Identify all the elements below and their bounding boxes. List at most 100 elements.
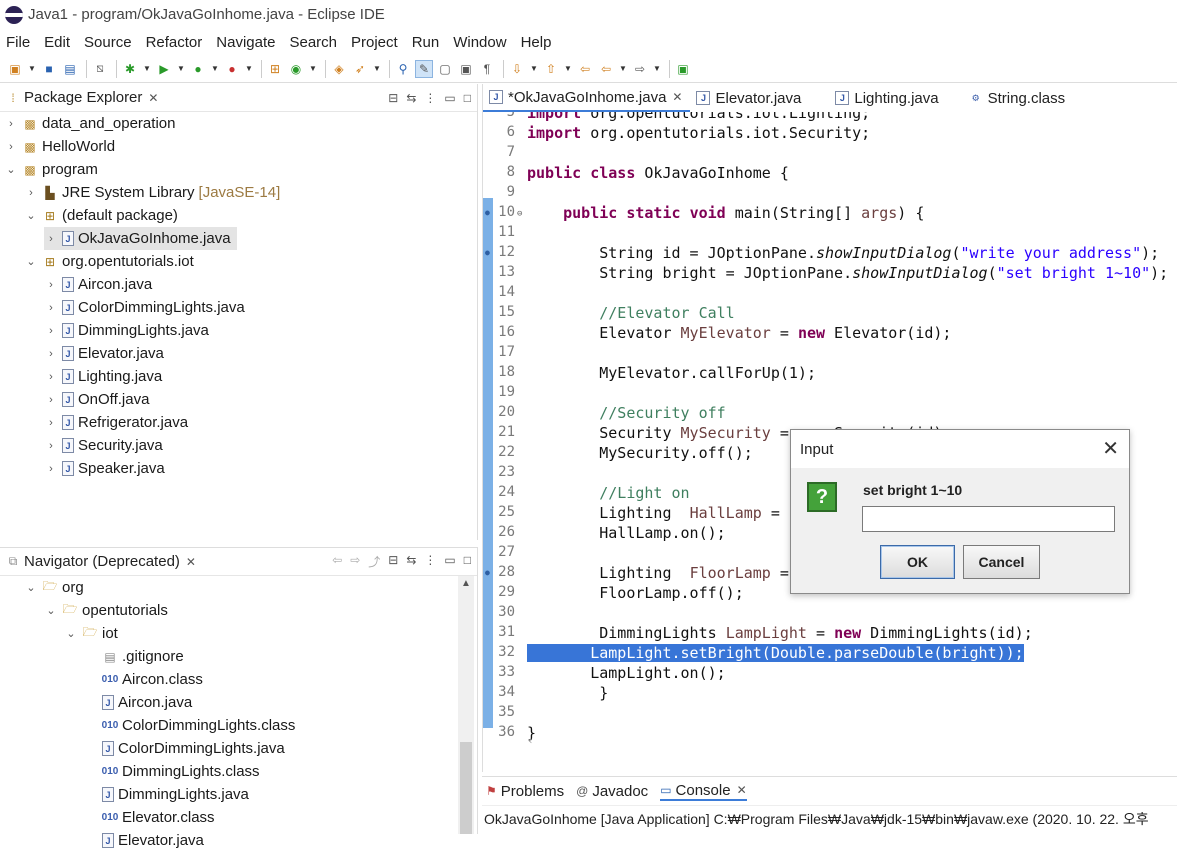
- collapse-all-icon[interactable]: ⊟: [388, 91, 398, 105]
- menu-run[interactable]: Run: [412, 34, 440, 51]
- code-line[interactable]: 5 import org.opentutorials.iot.Lighting;: [483, 112, 1177, 124]
- next-annotation-dropdown-icon[interactable]: ▼: [529, 60, 539, 78]
- tree-item-speaker[interactable]: › J Speaker.java: [44, 457, 165, 480]
- new-class-dropdown-icon[interactable]: ▼: [308, 60, 318, 78]
- new-java-class-icon[interactable]: ◉: [287, 60, 305, 78]
- menu-refactor[interactable]: Refactor: [146, 34, 203, 51]
- nav-item-colordimminglights-class[interactable]: 010 ColorDimmingLights.class: [98, 714, 296, 737]
- code-line[interactable]: 19: [483, 384, 1177, 404]
- ok-button[interactable]: OK: [880, 545, 955, 579]
- toggle-block-selection-icon[interactable]: ▢: [436, 60, 454, 78]
- chevron-right-icon[interactable]: ›: [44, 279, 58, 291]
- chevron-right-icon[interactable]: ›: [44, 463, 58, 475]
- show-whitespace-icon[interactable]: ¶: [478, 60, 496, 78]
- view-menu-icon[interactable]: ⋮: [424, 553, 436, 570]
- debug-icon[interactable]: ✱: [121, 60, 139, 78]
- external-tools-dropdown-icon[interactable]: ▼: [244, 60, 254, 78]
- back-icon[interactable]: ⇦: [332, 553, 342, 570]
- nav-item-dimminglights-class[interactable]: 010 DimmingLights.class: [98, 760, 260, 783]
- navigator-title[interactable]: Navigator (Deprecated): [24, 553, 180, 570]
- horizontal-scroll-left-icon[interactable]: ‹: [527, 734, 1177, 748]
- tree-item-jre-system-library[interactable]: › ▙ JRE System Library [JavaSE-14]: [24, 181, 280, 204]
- tree-item-onoff[interactable]: › J OnOff.java: [44, 388, 149, 411]
- nav-item-org[interactable]: ⌄ 🗁 org: [24, 576, 83, 599]
- menu-navigate[interactable]: Navigate: [216, 34, 275, 51]
- open-perspective-icon[interactable]: ▣: [674, 60, 692, 78]
- menu-source[interactable]: Source: [84, 34, 132, 51]
- tree-item-dimminglights[interactable]: › J DimmingLights.java: [44, 319, 209, 342]
- dialog-input-field[interactable]: [862, 506, 1115, 532]
- chevron-right-icon[interactable]: ›: [44, 348, 58, 360]
- chevron-down-icon[interactable]: ⌄: [24, 255, 38, 268]
- menu-edit[interactable]: Edit: [44, 34, 70, 51]
- code-line[interactable]: 7: [483, 144, 1177, 164]
- code-line[interactable]: 6 import org.opentutorials.iot.Security;: [483, 124, 1177, 144]
- back-dropdown-icon[interactable]: ▼: [618, 60, 628, 78]
- nav-item-colordimminglights-java[interactable]: J ColorDimmingLights.java: [98, 737, 285, 760]
- external-tools-icon[interactable]: ●: [223, 60, 241, 78]
- chevron-down-icon[interactable]: ⌄: [64, 627, 78, 640]
- fold-collapse-icon[interactable]: ⊖: [517, 209, 522, 219]
- tree-item-okjavagoinhome[interactable]: › J OkJavaGoInhome.java: [44, 227, 237, 250]
- tab-okjavagoinhome[interactable]: J *OkJavaGoInhome.java ✕: [483, 84, 691, 112]
- code-line[interactable]: 31 DimmingLights LampLight = new Dimming…: [483, 624, 1177, 644]
- save-icon[interactable]: ■: [40, 60, 58, 78]
- code-line[interactable]: 10 ● ⊖ public static void main(String[] ar…: [483, 204, 1177, 224]
- chevron-down-icon[interactable]: ⌄: [24, 581, 38, 594]
- code-line[interactable]: 18 MyElevator.callForUp(1);: [483, 364, 1177, 384]
- tree-item-elevator[interactable]: › J Elevator.java: [44, 342, 164, 365]
- nav-item-opentutorials[interactable]: ⌄ 🗁 opentutorials: [44, 599, 168, 622]
- back-icon[interactable]: ⇦: [597, 60, 615, 78]
- skip-breakpoints-icon[interactable]: ⧅: [91, 60, 109, 78]
- previous-annotation-dropdown-icon[interactable]: ▼: [563, 60, 573, 78]
- tab-console[interactable]: ▭ Console ✕: [660, 782, 747, 801]
- coverage-icon[interactable]: ●: [189, 60, 207, 78]
- forward-icon[interactable]: ⇨: [631, 60, 649, 78]
- menu-search[interactable]: Search: [289, 34, 337, 51]
- word-wrap-icon[interactable]: ▣: [457, 60, 475, 78]
- new-icon[interactable]: ▣: [6, 60, 24, 78]
- tree-item-helloworld[interactable]: › ▩ HelloWorld: [4, 135, 115, 158]
- tree-item-colordimminglights[interactable]: › J ColorDimmingLights.java: [44, 296, 245, 319]
- minimize-icon[interactable]: ▭: [444, 553, 455, 570]
- open-task-icon[interactable]: ➶: [351, 60, 369, 78]
- code-line[interactable]: 12 ● String id = JOptionPane.showInputDia…: [483, 244, 1177, 264]
- chevron-right-icon[interactable]: ›: [44, 440, 58, 452]
- collapse-all-icon[interactable]: ⊟: [388, 553, 398, 570]
- code-line[interactable]: 20 //Security off: [483, 404, 1177, 424]
- close-icon[interactable]: ✕: [737, 783, 747, 797]
- chevron-right-icon[interactable]: ›: [44, 371, 58, 383]
- close-icon[interactable]: ✕: [148, 91, 158, 105]
- debug-dropdown-icon[interactable]: ▼: [142, 60, 152, 78]
- chevron-right-icon[interactable]: ›: [44, 302, 58, 314]
- nav-item-elevator-java[interactable]: J Elevator.java: [98, 829, 204, 852]
- nav-item-aircon-java[interactable]: J Aircon.java: [98, 691, 192, 714]
- code-line[interactable]: 17: [483, 344, 1177, 364]
- tree-item-security[interactable]: › J Security.java: [44, 434, 163, 457]
- chevron-right-icon[interactable]: ›: [4, 118, 18, 130]
- scroll-up-icon[interactable]: ▲: [461, 578, 471, 589]
- new-dropdown-icon[interactable]: ▼: [27, 60, 37, 78]
- code-line[interactable]: 32 LampLight.setBright(Double.parseDoubl…: [483, 644, 1177, 664]
- code-line[interactable]: 13 String bright = JOptionPane.showInput…: [483, 264, 1177, 284]
- override-marker-icon[interactable]: ●: [485, 248, 490, 257]
- minimize-icon[interactable]: ▭: [444, 91, 455, 105]
- close-icon[interactable]: ✕: [672, 90, 682, 104]
- previous-annotation-icon[interactable]: ⇧: [542, 60, 560, 78]
- forward-icon[interactable]: ⇨: [350, 553, 360, 570]
- code-line[interactable]: 34 }: [483, 684, 1177, 704]
- open-type-icon[interactable]: ◈: [330, 60, 348, 78]
- code-line[interactable]: 15 //Elevator Call: [483, 304, 1177, 324]
- maximize-icon[interactable]: □: [464, 91, 471, 105]
- code-line[interactable]: 14: [483, 284, 1177, 304]
- go-up-icon[interactable]: ⤴: [368, 553, 380, 570]
- nav-item-iot[interactable]: ⌄ 🗁 iot: [64, 622, 117, 645]
- menu-help[interactable]: Help: [521, 34, 552, 51]
- override-marker-icon[interactable]: ●: [485, 568, 490, 577]
- override-marker-icon[interactable]: ●: [485, 208, 490, 217]
- last-edit-location-icon[interactable]: ⇦: [576, 60, 594, 78]
- tree-item-program[interactable]: ⌄ ▩ program: [4, 158, 97, 181]
- save-all-icon[interactable]: ▤: [61, 60, 79, 78]
- menu-project[interactable]: Project: [351, 34, 398, 51]
- nav-item-elevator-class[interactable]: 010 Elevator.class: [98, 806, 215, 829]
